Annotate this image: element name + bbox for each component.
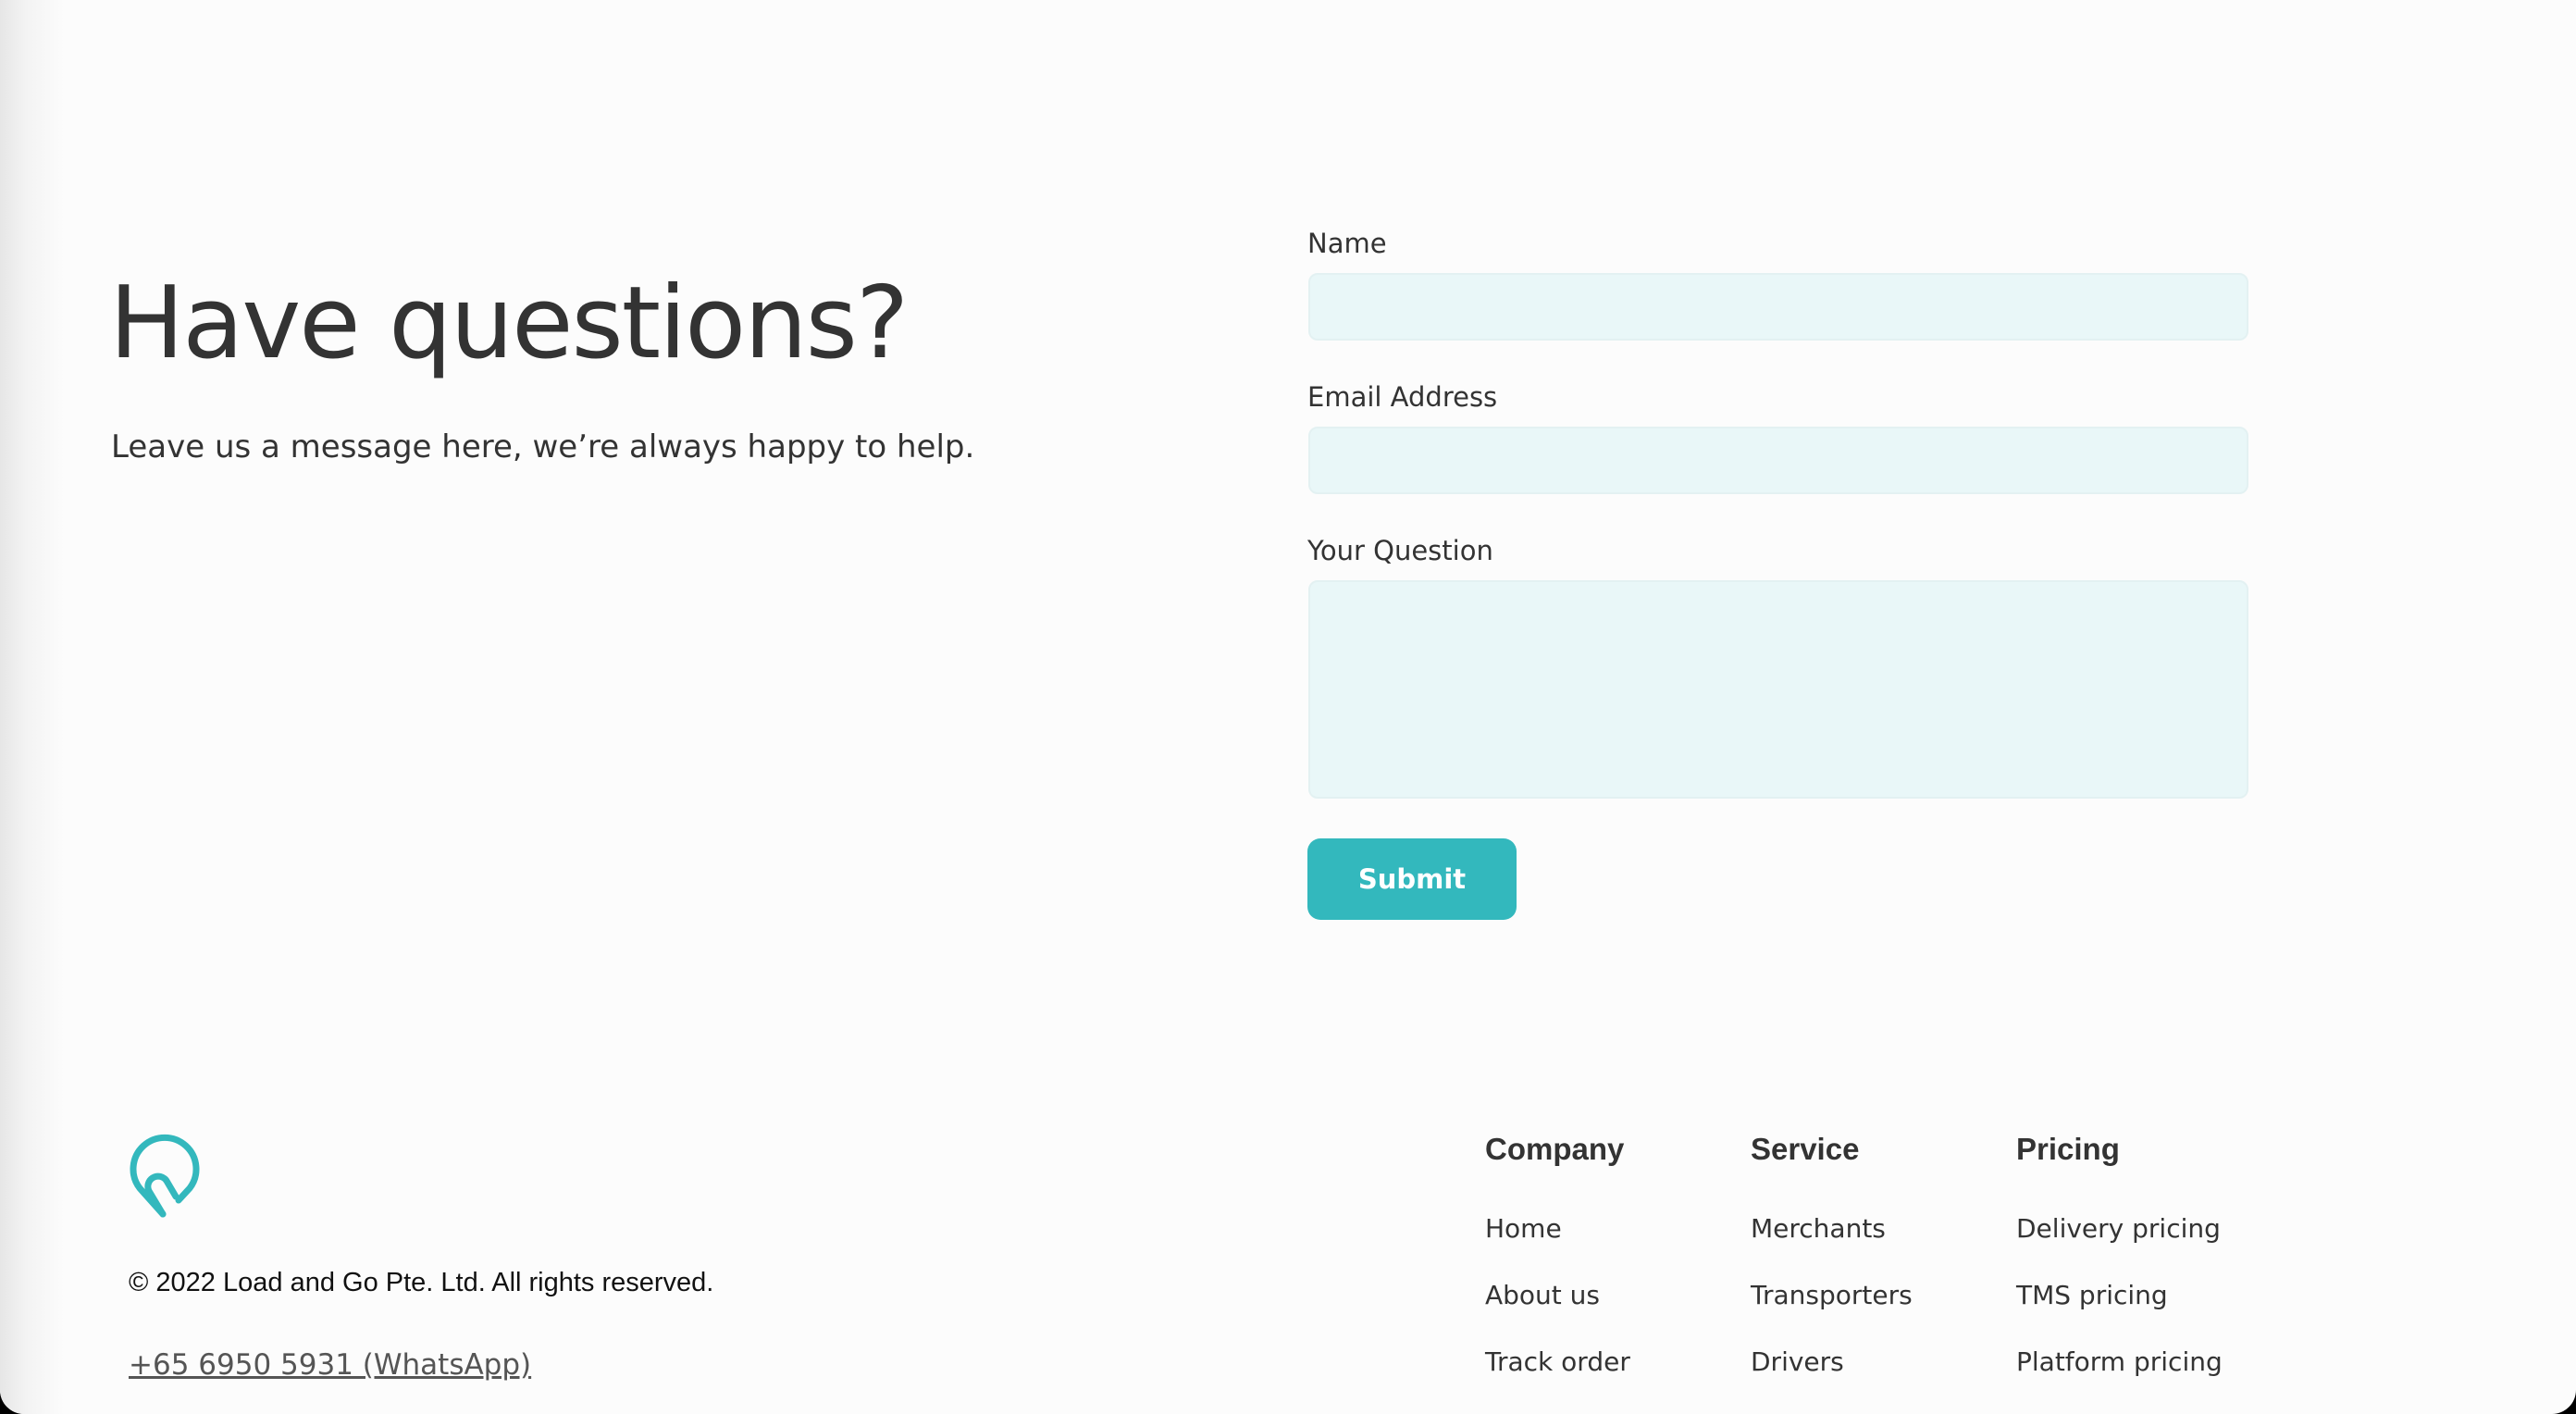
location-pin-logo-icon[interactable]: [128, 1131, 202, 1218]
footer-column-company: Company Home About us Track order: [1485, 1129, 1744, 1377]
footer-link-about-us[interactable]: About us: [1485, 1279, 1630, 1346]
footer-column-title: Pricing: [2016, 1132, 2120, 1166]
footer-column-pricing: Pricing Delivery pricing TMS pricing Pla…: [2016, 1129, 2275, 1377]
footer-link-drivers[interactable]: Drivers: [1751, 1346, 1913, 1412]
footer-link-tms-pricing[interactable]: TMS pricing: [2016, 1279, 2223, 1346]
footer-link-track-order[interactable]: Track order: [1485, 1346, 1630, 1412]
name-field[interactable]: [1308, 273, 2248, 341]
copyright-text: © 2022 Load and Go Pte. Ltd. All rights …: [129, 1268, 714, 1297]
email-field[interactable]: [1308, 427, 2248, 494]
footer-link-merchants[interactable]: Merchants: [1751, 1212, 1913, 1279]
footer-column-service: Service Merchants Transporters Drivers: [1751, 1129, 2010, 1377]
submit-button[interactable]: Submit: [1307, 838, 1517, 920]
page-subtitle: Leave us a message here, we’re always ha…: [111, 428, 975, 465]
footer-column-title: Service: [1751, 1132, 1860, 1166]
footer-link-platform-pricing[interactable]: Platform pricing: [2016, 1346, 2223, 1412]
question-label: Your Question: [1307, 535, 1493, 566]
footer-column-title: Company: [1485, 1132, 1625, 1166]
page-title: Have questions?: [109, 266, 909, 381]
question-textarea[interactable]: [1308, 580, 2248, 799]
whatsapp-phone-link[interactable]: +65 6950 5931 (WhatsApp): [129, 1346, 531, 1383]
footer-link-delivery-pricing[interactable]: Delivery pricing: [2016, 1212, 2223, 1279]
name-label: Name: [1307, 228, 1387, 259]
email-label: Email Address: [1307, 381, 1498, 413]
left-edge-shadow: [0, 0, 65, 1414]
footer-link-home[interactable]: Home: [1485, 1212, 1630, 1279]
footer-link-transporters[interactable]: Transporters: [1751, 1279, 1913, 1346]
contact-page: Have questions? Leave us a message here,…: [0, 0, 2576, 1414]
